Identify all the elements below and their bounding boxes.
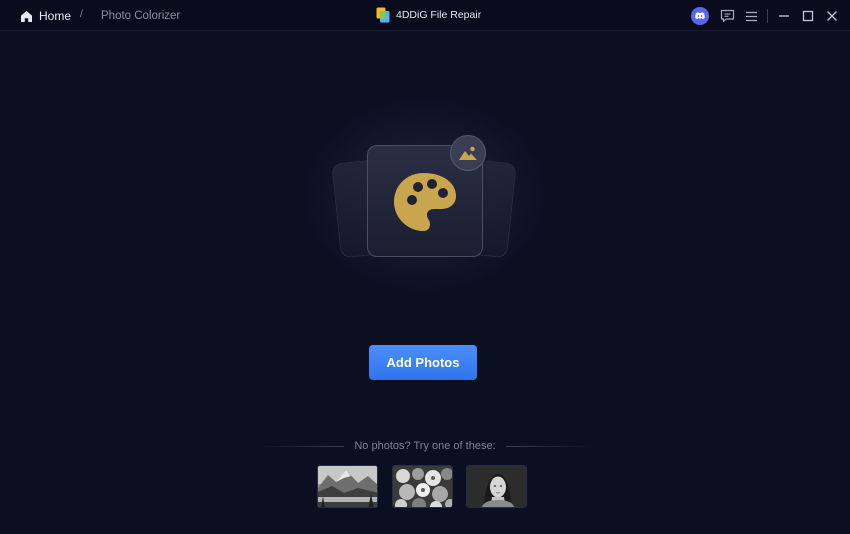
minimize-icon — [779, 15, 789, 17]
sample-thumb-portrait[interactable] — [466, 465, 527, 508]
maximize-button[interactable] — [799, 7, 817, 25]
image-badge-icon — [459, 146, 477, 160]
close-button[interactable] — [823, 7, 841, 25]
breadcrumb-home-label: Home — [39, 9, 72, 23]
samples-label: No photos? Try one of these: — [354, 440, 496, 452]
minimize-button[interactable] — [775, 7, 793, 25]
discord-button[interactable] — [691, 7, 709, 25]
maximize-icon — [802, 10, 814, 22]
app-title-label: 4DDiG File Repair — [396, 9, 482, 21]
menu-icon — [745, 11, 757, 21]
feedback-button[interactable] — [718, 7, 736, 25]
breadcrumb-home[interactable]: Home — [20, 8, 71, 24]
samples-divider-right — [506, 446, 592, 447]
breadcrumb-current: Photo Colorizer — [101, 10, 181, 22]
app-title: 4DDiG File Repair — [376, 6, 481, 24]
menu-button[interactable] — [742, 7, 760, 25]
sample-thumb-flowers[interactable] — [392, 465, 453, 508]
samples-divider-left — [258, 446, 344, 447]
landscape-sample-image — [318, 466, 377, 507]
feedback-icon — [720, 9, 734, 23]
titlebar-divider — [767, 9, 768, 23]
sample-thumb-landscape[interactable] — [317, 465, 378, 508]
image-badge — [450, 135, 486, 171]
home-icon — [21, 10, 32, 22]
close-icon — [827, 11, 837, 21]
discord-icon — [691, 7, 709, 25]
breadcrumb-separator: / — [80, 9, 83, 20]
flowers-sample-image — [393, 466, 452, 507]
add-photos-button[interactable]: Add Photos — [369, 345, 477, 380]
title-bar: Home / Photo Colorizer 4DDiG File Repair — [0, 0, 850, 31]
app-logo-icon — [376, 7, 390, 23]
portrait-sample-image — [467, 466, 526, 507]
